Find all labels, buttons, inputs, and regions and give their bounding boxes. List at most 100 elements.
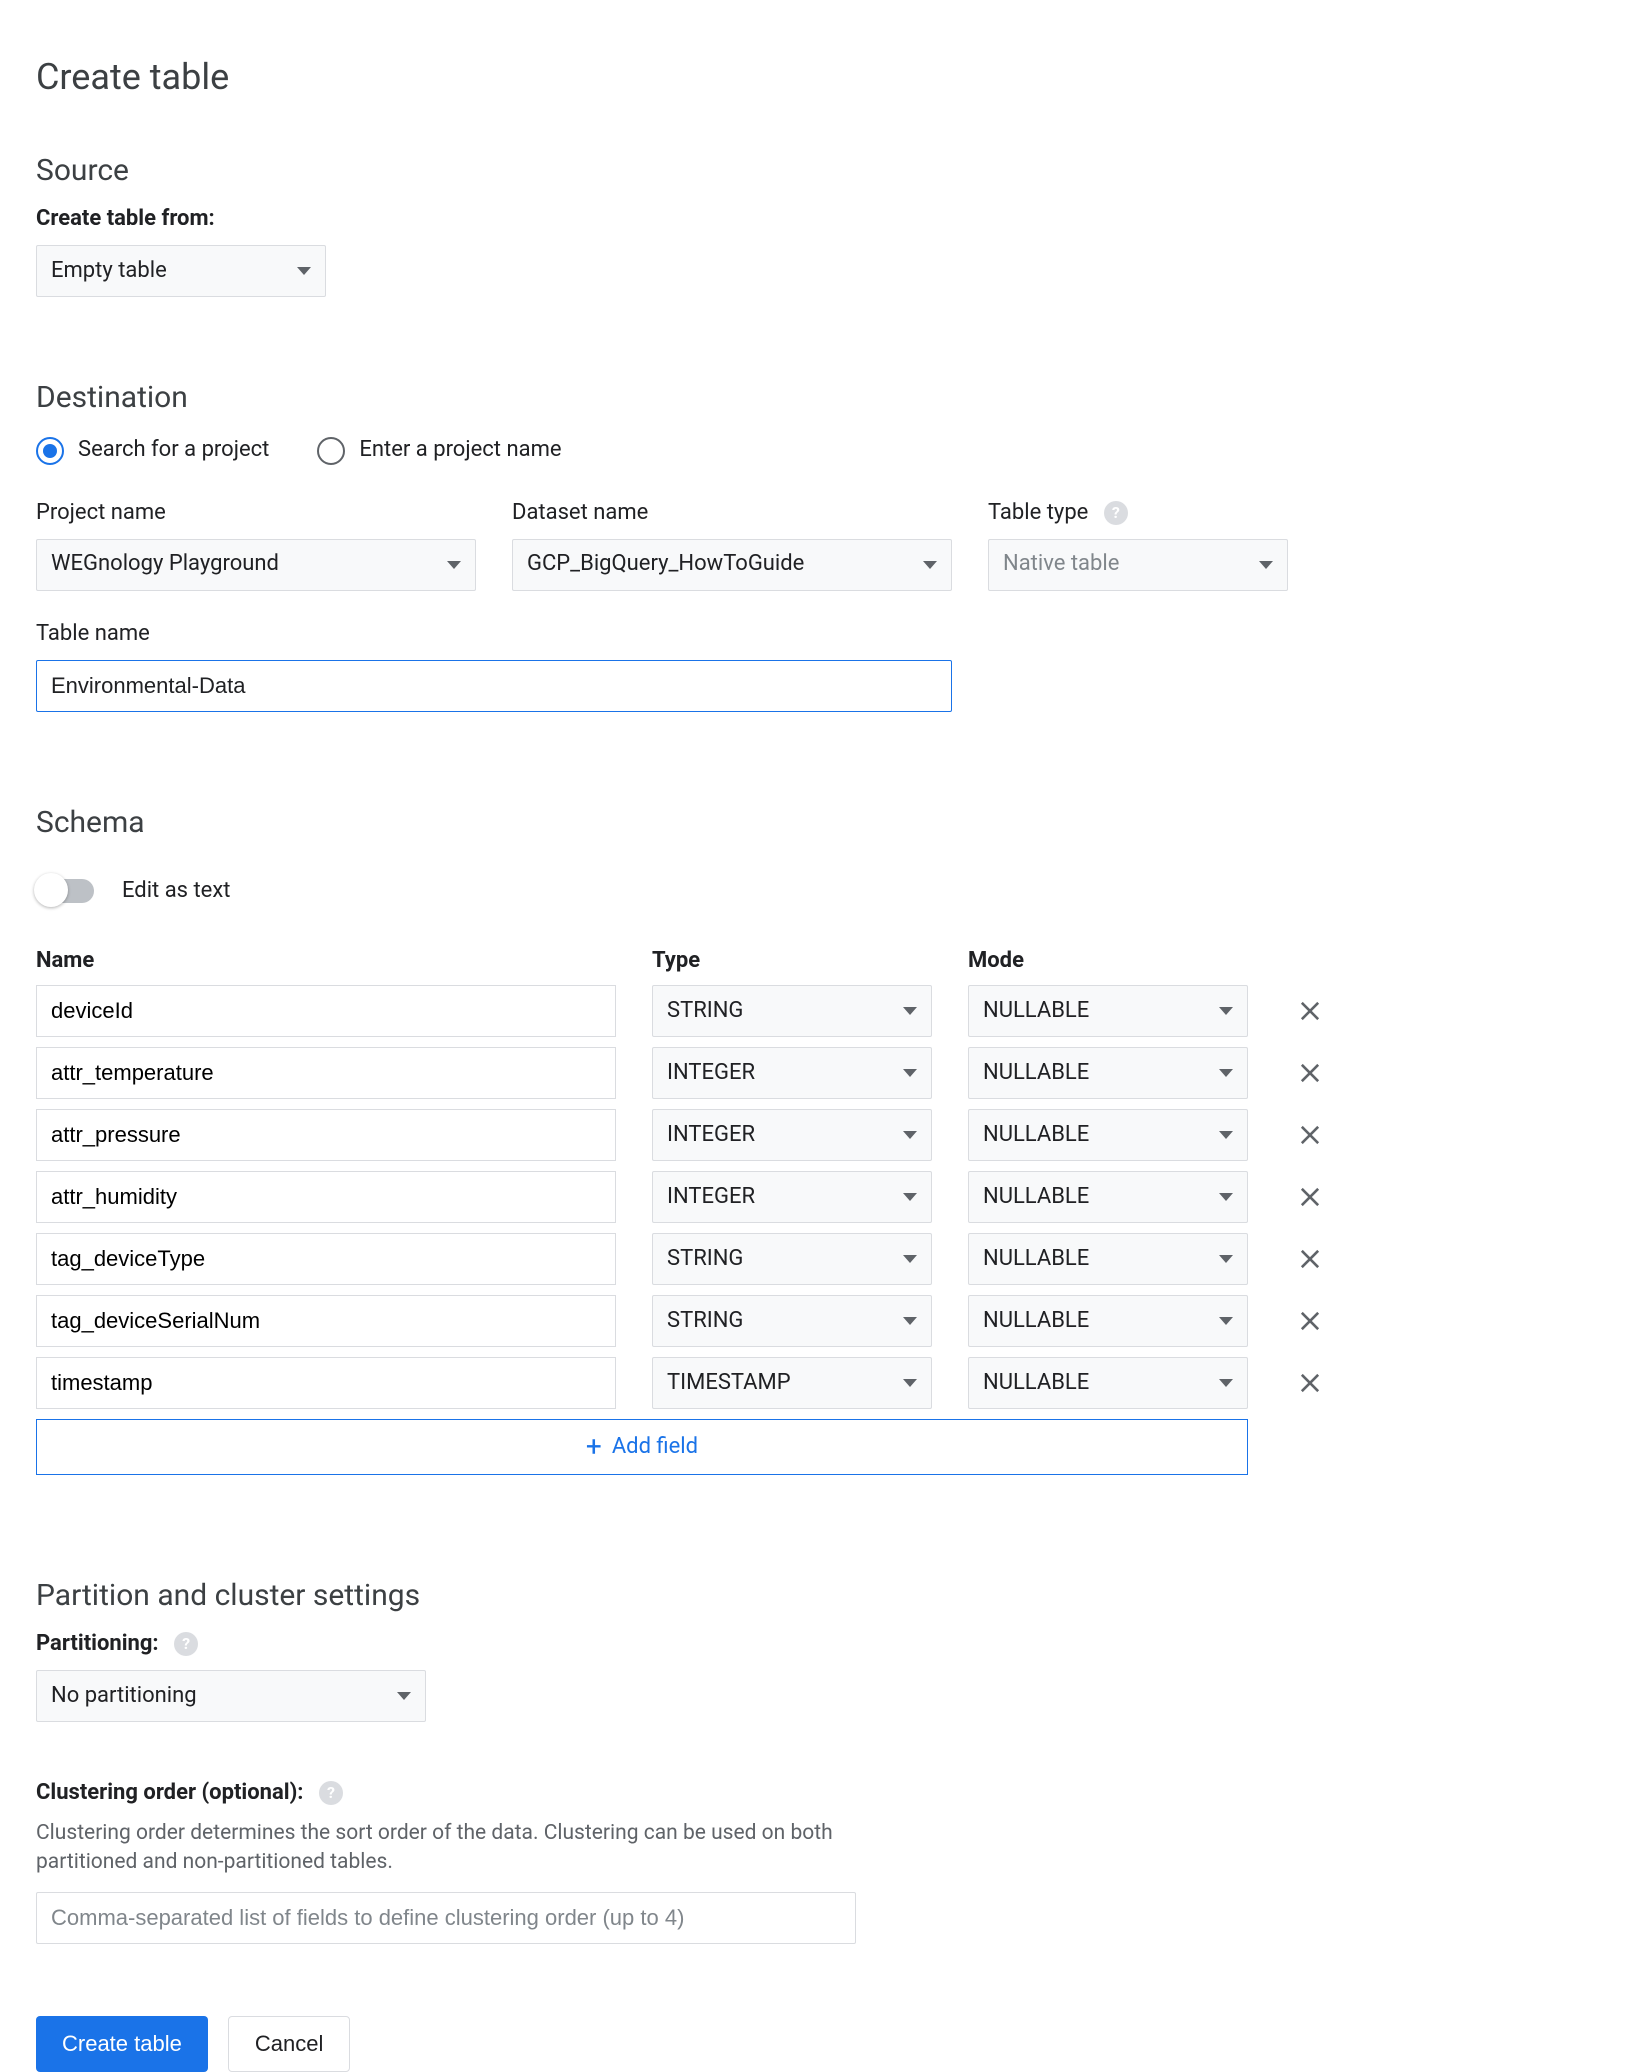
field-mode-value: NULLABLE: [983, 1244, 1089, 1275]
field-type-dropdown[interactable]: TIMESTAMP: [652, 1357, 932, 1409]
caret-down-icon: [1219, 1317, 1233, 1325]
section-destination-heading: Destination: [36, 377, 1604, 419]
project-name-dropdown[interactable]: WEGnology Playground: [36, 539, 476, 591]
caret-down-icon: [1219, 1379, 1233, 1387]
dataset-name-value: GCP_BigQuery_HowToGuide: [527, 549, 804, 580]
field-mode-dropdown[interactable]: NULLABLE: [968, 1047, 1248, 1099]
caret-down-icon: [923, 561, 937, 569]
create-table-from-value: Empty table: [51, 256, 167, 287]
field-mode-value: NULLABLE: [983, 1120, 1089, 1151]
field-mode-dropdown[interactable]: NULLABLE: [968, 1233, 1248, 1285]
create-table-button[interactable]: Create table: [36, 2016, 208, 2072]
add-field-button[interactable]: + Add field: [36, 1419, 1248, 1475]
schema-row: STRING NULLABLE: [36, 1295, 1604, 1347]
radio-enter-label: Enter a project name: [359, 435, 561, 466]
schema-row: INTEGER NULLABLE: [36, 1109, 1604, 1161]
caret-down-icon: [1219, 1193, 1233, 1201]
field-type-dropdown[interactable]: INTEGER: [652, 1109, 932, 1161]
caret-down-icon: [903, 1255, 917, 1263]
dataset-name-dropdown[interactable]: GCP_BigQuery_HowToGuide: [512, 539, 952, 591]
schema-row: STRING NULLABLE: [36, 1233, 1604, 1285]
schema-row: TIMESTAMP NULLABLE: [36, 1357, 1604, 1409]
field-mode-value: NULLABLE: [983, 1368, 1089, 1399]
table-name-input[interactable]: [36, 660, 952, 712]
field-type-dropdown[interactable]: INTEGER: [652, 1047, 932, 1099]
delete-field-button[interactable]: [1284, 1047, 1336, 1099]
field-mode-value: NULLABLE: [983, 1182, 1089, 1213]
field-type-dropdown[interactable]: STRING: [652, 1295, 932, 1347]
delete-field-button[interactable]: [1284, 1233, 1336, 1285]
create-table-from-label: Create table from:: [36, 204, 1604, 235]
clustering-description: Clustering order determines the sort ord…: [36, 1819, 866, 1878]
field-type-dropdown[interactable]: INTEGER: [652, 1171, 932, 1223]
field-name-input[interactable]: [36, 985, 616, 1037]
radio-icon-checked: [36, 437, 64, 465]
project-name-label: Project name: [36, 498, 476, 529]
clustering-label: Clustering order (optional): ?: [36, 1778, 1604, 1809]
field-mode-dropdown[interactable]: NULLABLE: [968, 1295, 1248, 1347]
caret-down-icon: [1219, 1007, 1233, 1015]
field-type-value: TIMESTAMP: [667, 1368, 791, 1399]
caret-down-icon: [1259, 561, 1273, 569]
radio-enter-project[interactable]: Enter a project name: [317, 435, 561, 466]
partitioning-dropdown[interactable]: No partitioning: [36, 1670, 426, 1722]
field-mode-dropdown[interactable]: NULLABLE: [968, 985, 1248, 1037]
field-name-input[interactable]: [36, 1233, 616, 1285]
caret-down-icon: [903, 1069, 917, 1077]
caret-down-icon: [397, 1692, 411, 1700]
create-table-from-dropdown[interactable]: Empty table: [36, 245, 326, 297]
table-type-dropdown[interactable]: Native table: [988, 539, 1288, 591]
field-name-input[interactable]: [36, 1047, 616, 1099]
cancel-button[interactable]: Cancel: [228, 2016, 350, 2072]
radio-search-label: Search for a project: [78, 435, 269, 466]
radio-search-project[interactable]: Search for a project: [36, 435, 269, 466]
partitioning-value: No partitioning: [51, 1681, 197, 1712]
field-name-input[interactable]: [36, 1171, 616, 1223]
field-mode-value: NULLABLE: [983, 1306, 1089, 1337]
partitioning-label: Partitioning: ?: [36, 1629, 1604, 1660]
field-mode-value: NULLABLE: [983, 1058, 1089, 1089]
table-name-label: Table name: [36, 619, 952, 650]
section-partition-heading: Partition and cluster settings: [36, 1575, 1604, 1617]
section-source-heading: Source: [36, 150, 1604, 192]
table-type-value: Native table: [1003, 549, 1119, 580]
page-title: Create table: [36, 52, 1604, 102]
caret-down-icon: [903, 1379, 917, 1387]
dataset-name-label: Dataset name: [512, 498, 952, 529]
field-name-input[interactable]: [36, 1357, 616, 1409]
plus-icon: +: [586, 1433, 602, 1461]
delete-field-button[interactable]: [1284, 1295, 1336, 1347]
help-icon: ?: [1104, 501, 1128, 525]
caret-down-icon: [903, 1131, 917, 1139]
field-mode-dropdown[interactable]: NULLABLE: [968, 1109, 1248, 1161]
field-type-value: INTEGER: [667, 1058, 755, 1089]
caret-down-icon: [297, 267, 311, 275]
field-type-value: STRING: [667, 996, 743, 1027]
field-name-input[interactable]: [36, 1295, 616, 1347]
schema-row: INTEGER NULLABLE: [36, 1171, 1604, 1223]
field-name-input[interactable]: [36, 1109, 616, 1161]
field-type-value: STRING: [667, 1306, 743, 1337]
caret-down-icon: [1219, 1069, 1233, 1077]
schema-col-type-header: Type: [652, 946, 932, 977]
field-mode-dropdown[interactable]: NULLABLE: [968, 1171, 1248, 1223]
caret-down-icon: [903, 1317, 917, 1325]
caret-down-icon: [903, 1007, 917, 1015]
radio-icon-unchecked: [317, 437, 345, 465]
delete-field-button[interactable]: [1284, 985, 1336, 1037]
field-type-dropdown[interactable]: STRING: [652, 985, 932, 1037]
field-type-value: INTEGER: [667, 1120, 755, 1151]
schema-row: INTEGER NULLABLE: [36, 1047, 1604, 1099]
schema-row: STRING NULLABLE: [36, 985, 1604, 1037]
delete-field-button[interactable]: [1284, 1109, 1336, 1161]
field-type-dropdown[interactable]: STRING: [652, 1233, 932, 1285]
field-type-value: STRING: [667, 1244, 743, 1275]
delete-field-button[interactable]: [1284, 1171, 1336, 1223]
delete-field-button[interactable]: [1284, 1357, 1336, 1409]
field-mode-dropdown[interactable]: NULLABLE: [968, 1357, 1248, 1409]
edit-as-text-toggle[interactable]: [36, 879, 94, 903]
caret-down-icon: [1219, 1255, 1233, 1263]
clustering-order-input[interactable]: [36, 1892, 856, 1944]
caret-down-icon: [447, 561, 461, 569]
help-icon: ?: [319, 1781, 343, 1805]
